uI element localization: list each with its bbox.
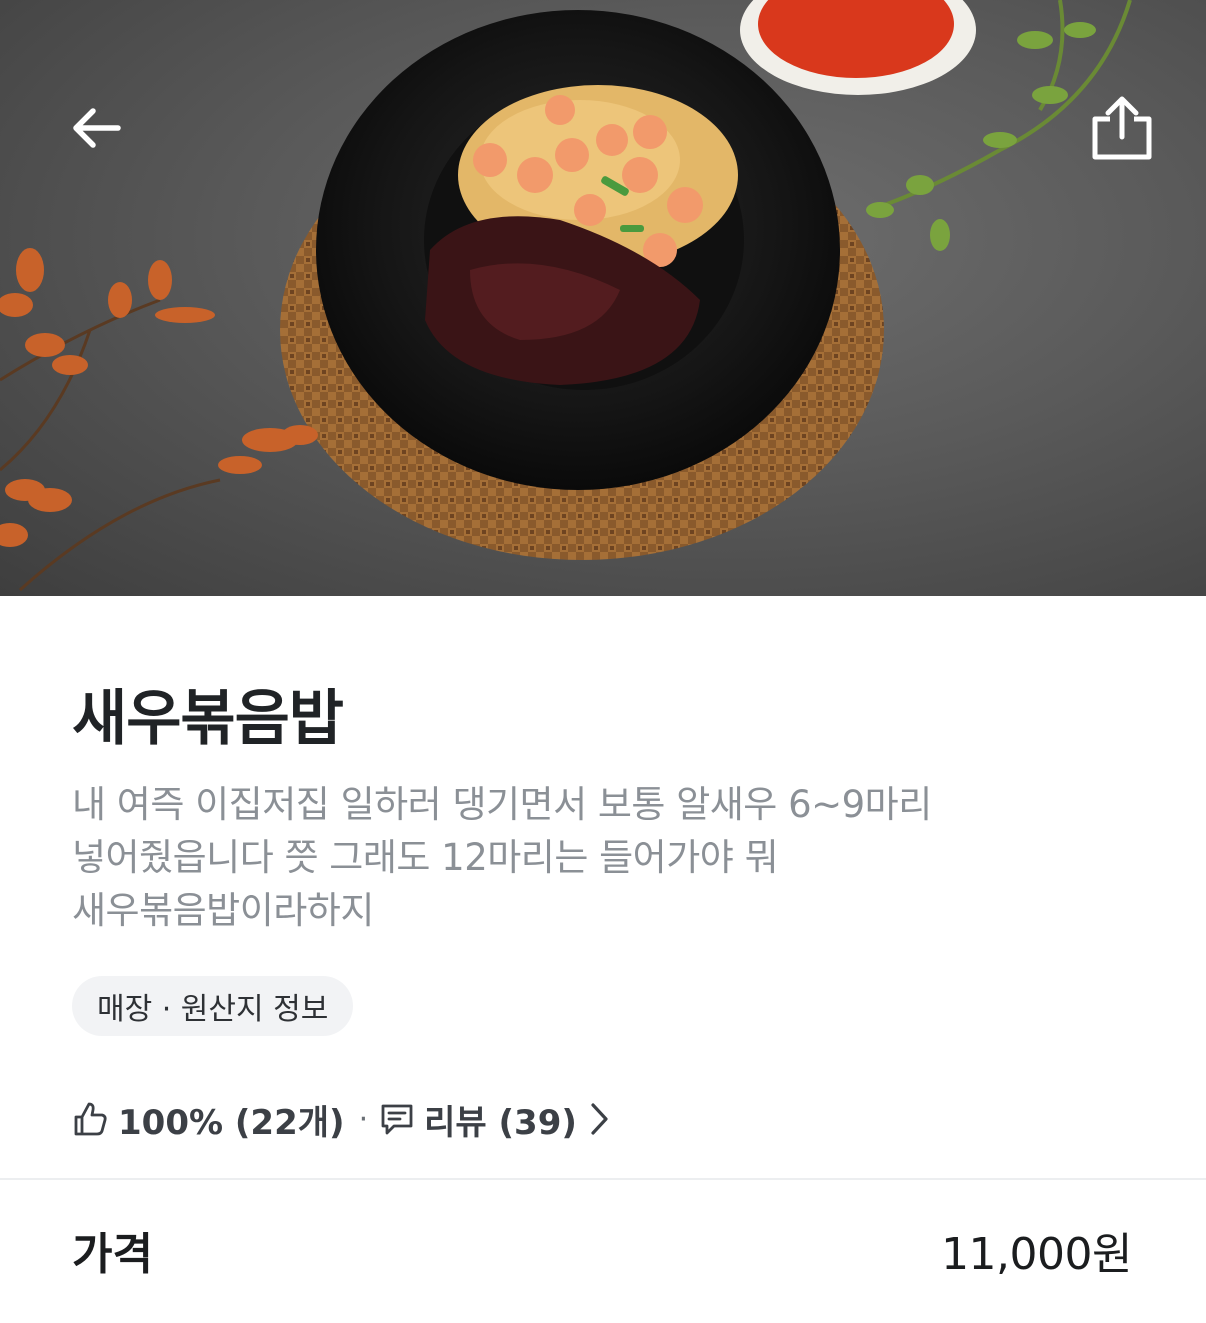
back-button[interactable] [56,90,136,170]
price-label: 가격 [72,1229,153,1280]
price-value: 11,000원 [941,1229,1132,1280]
store-origin-info-chip[interactable]: 매장 · 원산지 정보 [72,976,354,1036]
review-count: 리뷰 (39) [424,1102,577,1143]
comment-icon [380,1102,414,1136]
divider [0,1178,1206,1180]
description-line: 내 여즉 이집저집 일하러 댕기면서 보통 알새우 6~9마리 [72,783,932,826]
rating-stats: 100% (22개) · 리뷰 (39) [72,1094,611,1144]
review-link[interactable]: 리뷰 (39) [380,1095,611,1144]
description-line: 새우볶음밥이라하지 [72,889,374,932]
share-button[interactable] [1082,90,1162,170]
description-line: 넣어줬읍니다 쯧 그래도 12마리는 들어가야 뭐 [72,836,779,879]
food-image [0,0,1132,592]
share-icon [1090,95,1154,165]
arrow-left-icon [71,106,121,154]
menu-description: 내 여즉 이집저집 일하러 댕기면서 보통 알새우 6~9마리 넣어줬읍니다 쯧… [72,778,1052,937]
thumbs-up-icon [72,1101,108,1137]
menu-title: 새우볶음밥 [72,684,344,754]
menu-photo [0,0,1206,596]
like-rate: 100% (22개) [118,1102,345,1143]
chevron-right-icon [587,1101,611,1137]
separator: · [358,1101,369,1137]
